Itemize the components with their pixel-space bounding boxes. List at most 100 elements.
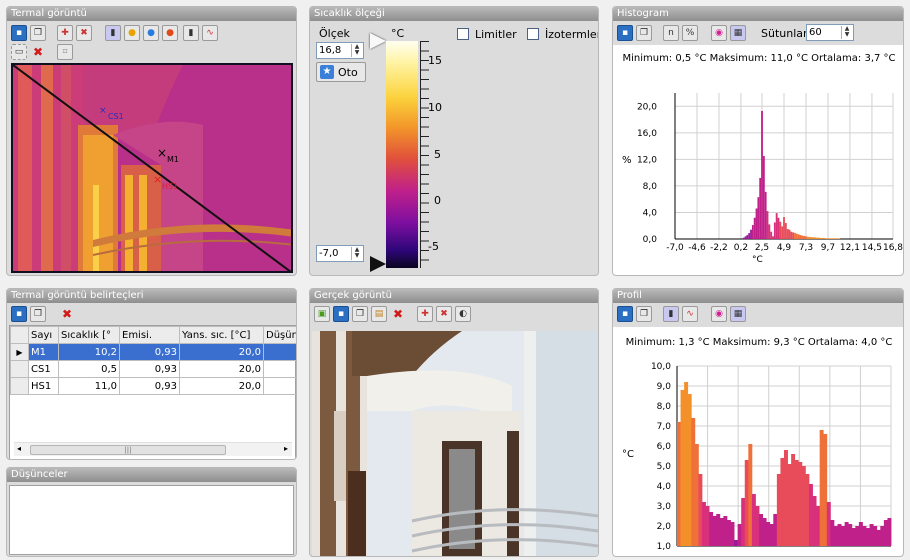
isotherms-checkbox[interactable]	[527, 28, 539, 40]
hotspot-icon[interactable]: ●	[124, 25, 140, 41]
contrast-icon[interactable]: ◐	[455, 306, 471, 322]
table-row[interactable]: ▶ M1 10,2 0,93 20,0	[10, 343, 296, 361]
copy-icon[interactable]: ❐	[636, 25, 652, 41]
histogram-bar	[838, 238, 840, 239]
column-header-number[interactable]: Sayı	[28, 326, 59, 344]
save-icon[interactable]: ▪	[11, 306, 27, 322]
limits-checkbox[interactable]	[457, 28, 469, 40]
histogram-bar	[803, 236, 806, 239]
grid-icon[interactable]: ▦	[730, 306, 746, 322]
profile-bar	[812, 496, 817, 546]
paste-icon[interactable]: ▤	[371, 306, 387, 322]
profile-bar	[730, 522, 735, 546]
histogram-bar	[786, 229, 789, 239]
profile-toolbar	[613, 303, 903, 327]
coldspot-icon[interactable]: ●	[143, 25, 159, 41]
horizontal-scrollbar[interactable]: ◂ ||| ▸	[14, 442, 292, 456]
column-header-emissivity[interactable]: Emisi.	[119, 326, 180, 344]
histogram-xtick-label: 2,5	[755, 243, 769, 253]
histogram-bar	[784, 223, 787, 239]
columns-input[interactable]: 60 ▲ ▼	[806, 24, 854, 41]
histogram-bar	[779, 221, 782, 239]
scroll-left-icon[interactable]: ◂	[17, 444, 21, 453]
copy-icon[interactable]: ❐	[352, 306, 368, 322]
color-wheel-icon[interactable]: ◉	[711, 25, 727, 41]
cell-temperature: 11,0	[58, 377, 120, 395]
min-slider-handle[interactable]	[370, 256, 386, 272]
profile-icon[interactable]: ∿	[202, 25, 218, 41]
spinner-icon[interactable]: ▲ ▼	[351, 44, 362, 57]
copy-icon[interactable]: ❐	[30, 25, 46, 41]
histogram-xtick-label: -2,2	[710, 243, 728, 253]
auto-button[interactable]: ★ Oto	[316, 62, 366, 82]
save-icon[interactable]: ▪	[333, 306, 349, 322]
scale-min-value: -7,0	[319, 248, 339, 259]
save-icon[interactable]: ▪	[11, 25, 27, 41]
profile-bar	[716, 514, 721, 546]
cell-number: CS1	[28, 360, 59, 378]
remove-marker-icon[interactable]: ✖	[76, 25, 92, 41]
row-header-corner	[10, 326, 29, 344]
histogram-bar	[762, 156, 765, 239]
scale-min-input[interactable]: -7,0 ▲ ▼	[316, 245, 364, 262]
histogram-ytick-label: 8,0	[643, 182, 658, 192]
max-slider-handle[interactable]	[370, 33, 386, 49]
row-selector[interactable]	[10, 377, 29, 395]
cell-number: M1	[28, 343, 59, 361]
spinner-icon[interactable]: ▲ ▼	[841, 26, 852, 39]
table-row[interactable]: HS1 11,0 0,93 20,0	[10, 377, 296, 395]
real-photo-svg	[312, 331, 598, 556]
histogram-bar	[783, 217, 785, 239]
delete-icon[interactable]: ✖	[59, 306, 75, 322]
profile-bar	[691, 418, 696, 546]
scroll-right-icon[interactable]: ▸	[284, 444, 288, 453]
point-icon[interactable]: ●	[162, 25, 178, 41]
remove-marker-icon[interactable]: ✖	[436, 306, 452, 322]
column-header-temperature[interactable]: Sıcaklık [°	[58, 326, 120, 344]
grid-icon[interactable]: ▦	[730, 25, 746, 41]
color-wheel-icon[interactable]: ◉	[711, 306, 727, 322]
histogram-icon[interactable]: ▮	[183, 25, 199, 41]
percent-mode-icon[interactable]: %	[682, 25, 698, 41]
row-selector[interactable]	[10, 360, 29, 378]
column-header-reflected-temp[interactable]: Yans. sıc. [°C]	[179, 326, 264, 344]
bar-chart-icon[interactable]: ▮	[663, 306, 679, 322]
delete-icon[interactable]: ✖	[30, 44, 46, 60]
profile-bar	[855, 526, 860, 546]
save-icon[interactable]: ▪	[617, 25, 633, 41]
real-photo[interactable]	[312, 331, 598, 556]
histogram-xtick-label: 0,2	[734, 243, 748, 253]
save-icon[interactable]: ▪	[617, 306, 633, 322]
count-mode-icon[interactable]: n	[663, 25, 679, 41]
scrollbar-thumb[interactable]: |||	[30, 445, 226, 455]
row-selector-icon[interactable]: ▶	[10, 343, 29, 361]
add-marker-icon[interactable]: ✚	[57, 25, 73, 41]
palette-icon[interactable]: ▮	[105, 25, 121, 41]
line-chart-icon[interactable]: ∿	[682, 306, 698, 322]
thermal-panel-title: Termal görüntü	[7, 7, 296, 21]
copy-icon[interactable]: ❐	[30, 306, 46, 322]
scale-max-input[interactable]: 16,8 ▲ ▼	[316, 42, 364, 59]
histogram-bar	[827, 238, 829, 239]
profile-ytick-label: 1,0	[657, 542, 672, 552]
thermal-image[interactable]: × CS1 × M1 × HS1	[11, 63, 293, 273]
table-row[interactable]: CS1 0,5 0,93 20,0	[10, 360, 296, 378]
spinner-icon[interactable]: ▲ ▼	[351, 247, 362, 260]
cell-number: HS1	[28, 377, 59, 395]
notes-textarea[interactable]	[9, 485, 294, 555]
column-header-notes[interactable]: Düşün	[263, 326, 296, 344]
svg-text:×: ×	[157, 146, 167, 160]
add-marker-icon[interactable]: ✚	[417, 306, 433, 322]
profile-bar	[687, 394, 692, 546]
auto-label: Oto	[338, 65, 358, 79]
histogram-bar	[772, 236, 774, 239]
copy-icon[interactable]: ❐	[636, 306, 652, 322]
profile-bar	[780, 458, 785, 546]
cell-notes	[263, 360, 296, 378]
open-image-icon[interactable]: ▣	[314, 306, 330, 322]
profile-bar	[759, 514, 763, 546]
crop-icon[interactable]: ⌗	[57, 44, 73, 60]
profile-bar	[844, 522, 849, 546]
select-area-icon[interactable]: ▭	[11, 44, 27, 60]
delete-icon[interactable]: ✖	[390, 306, 406, 322]
